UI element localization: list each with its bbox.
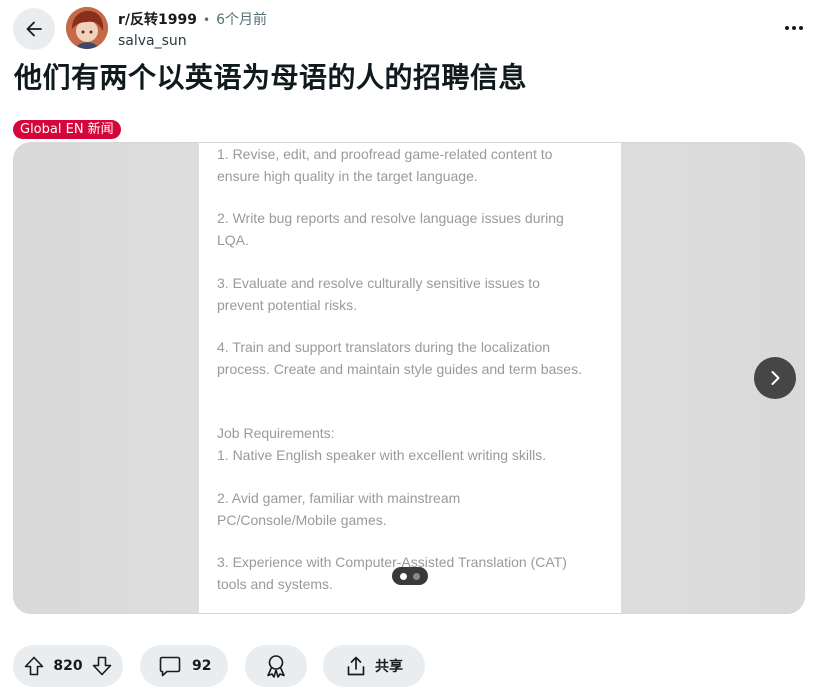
more-icon (785, 26, 803, 30)
author-name[interactable]: salva_sun (118, 31, 267, 51)
text-line: process. Create and maintain style guide… (217, 360, 582, 377)
text-line: 2. Write bug reports and resolve languag… (217, 210, 564, 226)
share-button[interactable]: 共享 (323, 645, 425, 687)
pager-dot-active[interactable] (400, 572, 407, 580)
text-line: 3. Evaluate and resolve culturally sensi… (217, 275, 540, 291)
pager-dot[interactable] (413, 572, 420, 580)
text-line: 4. Train and support translators during … (217, 339, 551, 355)
next-image-button[interactable] (754, 357, 796, 399)
slide-paragraph: 2. Avid gamer, familiar with mainstream … (217, 488, 612, 531)
upvote-button[interactable] (23, 655, 45, 677)
text-line: 2. Avid gamer, familiar with mainstream (217, 490, 461, 506)
gallery-pager (392, 567, 428, 585)
more-options-button[interactable] (783, 18, 805, 38)
post-time: 6个月前 (216, 12, 267, 28)
slide-paragraph: 1. Revise, edit, and proofread game-rela… (217, 144, 612, 187)
post-meta: r/反转1999 • 6个月前 salva_sun (118, 10, 267, 51)
downvote-button[interactable] (91, 655, 113, 677)
chevron-right-icon (771, 371, 780, 385)
award-button[interactable] (245, 645, 307, 687)
text-line: prevent potential risks. (217, 296, 358, 313)
slide-paragraph: Job Requirements: 1. Native English spea… (217, 423, 612, 466)
subreddit-name[interactable]: r/反转1999 (118, 10, 197, 30)
comment-count: 92 (192, 658, 212, 674)
slide-paragraph: 2. Write bug reports and resolve languag… (217, 208, 612, 251)
vote-count: 820 (53, 658, 83, 674)
comments-button[interactable]: 92 (140, 645, 228, 687)
slide-paragraph: 4. Train and support translators during … (217, 337, 612, 380)
gallery-slide: 1. Revise, edit, and proofread game-rela… (199, 143, 621, 613)
post-title: 他们有两个以英语为母语的人的招聘信息 (14, 61, 528, 94)
post-flair[interactable]: Global EN 新闻 (13, 120, 121, 139)
text-line: Job Requirements: (217, 425, 335, 441)
text-line: 1. Revise, edit, and proofread game-rela… (217, 146, 553, 162)
avatar-image (66, 7, 108, 49)
share-label: 共享 (375, 659, 403, 675)
slide-paragraph: 3. Evaluate and resolve culturally sensi… (217, 273, 612, 316)
text-line: ensure high quality in the target langua… (217, 167, 478, 184)
text-line: PC/Console/Mobile games. (217, 511, 387, 528)
share-icon (347, 656, 365, 676)
downvote-icon (92, 656, 112, 676)
action-bar: 820 92 共享 (13, 645, 425, 687)
subreddit-avatar[interactable] (66, 7, 108, 49)
vote-group: 820 (13, 645, 123, 687)
upvote-icon (24, 656, 44, 676)
meta-separator: • (202, 13, 211, 27)
back-button[interactable] (13, 8, 55, 50)
award-icon (267, 655, 285, 678)
back-arrow-icon (26, 21, 42, 37)
text-line: LQA. (217, 231, 249, 248)
comment-icon (159, 656, 181, 677)
text-line: 1. Native English speaker with excellent… (217, 446, 547, 463)
image-gallery[interactable]: 1. Revise, edit, and proofread game-rela… (13, 142, 805, 614)
